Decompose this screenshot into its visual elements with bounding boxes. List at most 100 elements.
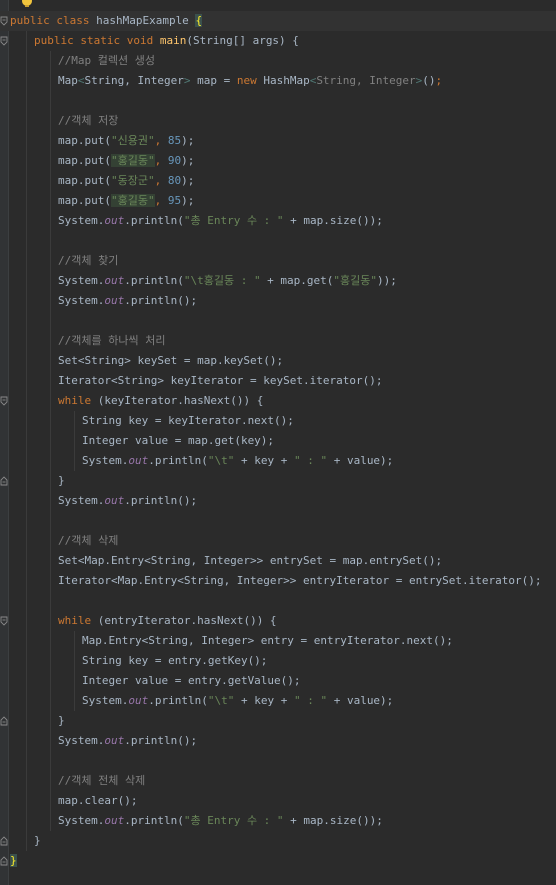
code-token: < bbox=[77, 74, 85, 87]
code-line[interactable]: } bbox=[0, 471, 556, 491]
code-line[interactable]: map.put("홍길동", 95); bbox=[0, 191, 556, 211]
code-text: System.out.println("총 Entry 수 : " + map.… bbox=[58, 211, 383, 231]
code-token: map = bbox=[190, 74, 237, 87]
code-token: Set<Map.Entry<String, Integer>> entrySet… bbox=[58, 554, 443, 567]
code-line[interactable]: Map.Entry<String, Integer> entry = entry… bbox=[0, 631, 556, 651]
code-line[interactable]: System.out.println("총 Entry 수 : " + map.… bbox=[0, 211, 556, 231]
code-line[interactable] bbox=[0, 591, 556, 611]
code-line[interactable] bbox=[0, 311, 556, 331]
code-line[interactable]: System.out.println(); bbox=[0, 291, 556, 311]
code-text: //객체 저장 bbox=[58, 111, 118, 131]
code-token: ); bbox=[181, 134, 195, 147]
code-line[interactable]: while (keyIterator.hasNext()) { bbox=[0, 391, 556, 411]
code-token: "\t" bbox=[207, 694, 235, 707]
code-line[interactable]: String key = entry.getKey(); bbox=[0, 651, 556, 671]
code-line[interactable]: //객체 전체 삭제 bbox=[0, 771, 556, 791]
code-token: .println( bbox=[124, 274, 184, 287]
code-line[interactable]: } bbox=[0, 851, 556, 871]
code-token: out bbox=[104, 214, 125, 227]
code-token: //객체 찾기 bbox=[58, 254, 119, 267]
code-token: main bbox=[159, 34, 187, 47]
code-line[interactable]: System.out.println(); bbox=[0, 731, 556, 751]
code-line[interactable]: map.put("동장군", 80); bbox=[0, 171, 556, 191]
code-line[interactable]: System.out.println("\t" + key + " : " + … bbox=[0, 691, 556, 711]
code-line[interactable] bbox=[0, 91, 556, 111]
code-token: , bbox=[154, 174, 168, 187]
code-line[interactable]: Map<String, Integer> map = new HashMap<S… bbox=[0, 71, 556, 91]
code-line[interactable]: while (entryIterator.hasNext()) { bbox=[0, 611, 556, 631]
code-token: 80 bbox=[167, 174, 182, 187]
fold-marker-icon[interactable] bbox=[0, 475, 8, 487]
code-token: map.put( bbox=[58, 154, 111, 167]
code-token: " : " bbox=[293, 694, 328, 707]
code-token: System. bbox=[82, 694, 129, 707]
fold-marker-icon[interactable] bbox=[0, 855, 8, 867]
code-token: + key + bbox=[234, 454, 294, 467]
code-text: //객체를 하나씩 처리 bbox=[58, 331, 165, 351]
code-line[interactable]: } bbox=[0, 711, 556, 731]
code-line[interactable]: Integer value = map.get(key); bbox=[0, 431, 556, 451]
fold-marker-icon[interactable] bbox=[0, 395, 8, 407]
code-token: (keyIterator.hasNext()) { bbox=[97, 394, 264, 407]
code-line[interactable] bbox=[0, 751, 556, 771]
code-line[interactable]: map.put("신용권", 85); bbox=[0, 131, 556, 151]
code-token: public static void bbox=[34, 34, 160, 47]
code-line[interactable]: System.out.println("총 Entry 수 : " + map.… bbox=[0, 811, 556, 831]
code-text: System.out.println("\t" + key + " : " + … bbox=[82, 691, 393, 711]
code-token: "동장군" bbox=[110, 174, 155, 187]
code-editor[interactable]: public class hashMapExample {public stat… bbox=[0, 0, 556, 885]
code-token: out bbox=[128, 694, 149, 707]
code-token: 95 bbox=[167, 194, 182, 207]
code-line[interactable]: map.put("홍길동", 90); bbox=[0, 151, 556, 171]
code-text: map.clear(); bbox=[58, 791, 137, 811]
code-line[interactable]: map.clear(); bbox=[0, 791, 556, 811]
code-text: } bbox=[58, 711, 65, 731]
code-line[interactable]: //객체 찾기 bbox=[0, 251, 556, 271]
code-token: Iterator<Map.Entry<String, Integer>> ent… bbox=[58, 574, 542, 587]
code-text: } bbox=[58, 471, 65, 491]
fold-marker-icon[interactable] bbox=[0, 835, 8, 847]
fold-marker-icon[interactable] bbox=[0, 615, 8, 627]
code-token: String, Integer bbox=[84, 74, 184, 87]
code-line[interactable]: Set<Map.Entry<String, Integer>> entrySet… bbox=[0, 551, 556, 571]
code-line[interactable]: public class hashMapExample { bbox=[0, 11, 556, 31]
code-text: public class hashMapExample { bbox=[10, 11, 203, 31]
code-line[interactable]: //객체 삭제 bbox=[0, 531, 556, 551]
code-line[interactable]: //객체를 하나씩 처리 bbox=[0, 331, 556, 351]
code-token: "총 Entry 수 : " bbox=[183, 814, 284, 827]
code-line[interactable] bbox=[0, 231, 556, 251]
code-text: System.out.println("\t홍길동 : " + map.get(… bbox=[58, 271, 397, 291]
code-token: (String[] args) { bbox=[186, 34, 299, 47]
code-text: Set<Map.Entry<String, Integer>> entrySet… bbox=[58, 551, 442, 571]
code-line[interactable]: Integer value = entry.getValue(); bbox=[0, 671, 556, 691]
code-text: Iterator<String> keyIterator = keySet.it… bbox=[58, 371, 383, 391]
code-line[interactable] bbox=[0, 511, 556, 531]
code-token: public class bbox=[10, 14, 97, 27]
code-line[interactable]: Iterator<Map.Entry<String, Integer>> ent… bbox=[0, 571, 556, 591]
code-line[interactable]: //Map 컬렉션 생성 bbox=[0, 51, 556, 71]
code-token: hashMapExample bbox=[96, 14, 196, 27]
fold-marker-icon[interactable] bbox=[0, 35, 8, 47]
code-text: System.out.println("\t" + key + " : " + … bbox=[82, 451, 393, 471]
fold-marker-icon[interactable] bbox=[0, 715, 8, 727]
code-line[interactable]: Iterator<String> keyIterator = keySet.it… bbox=[0, 371, 556, 391]
code-line[interactable]: System.out.println("\t홍길동 : " + map.get(… bbox=[0, 271, 556, 291]
code-line[interactable]: System.out.println("\t" + key + " : " + … bbox=[0, 451, 556, 471]
code-token: .println(); bbox=[124, 294, 198, 307]
code-line[interactable]: System.out.println(); bbox=[0, 491, 556, 511]
code-line[interactable]: String key = keyIterator.next(); bbox=[0, 411, 556, 431]
code-token: "총 Entry 수 : " bbox=[183, 214, 284, 227]
code-token: .println(); bbox=[124, 734, 198, 747]
code-line[interactable]: Set<String> keySet = map.keySet(); bbox=[0, 351, 556, 371]
fold-marker-icon[interactable] bbox=[0, 15, 8, 27]
code-token: System. bbox=[58, 274, 105, 287]
code-token: out bbox=[104, 294, 125, 307]
code-token: System. bbox=[82, 454, 129, 467]
code-token: "\t" bbox=[207, 454, 235, 467]
code-token: ); bbox=[181, 154, 195, 167]
code-line[interactable]: //객체 저장 bbox=[0, 111, 556, 131]
code-token: //객체 전체 삭제 bbox=[58, 774, 146, 787]
code-token: map.clear(); bbox=[58, 794, 138, 807]
code-line[interactable]: public static void main(String[] args) { bbox=[0, 31, 556, 51]
code-line[interactable]: } bbox=[0, 831, 556, 851]
